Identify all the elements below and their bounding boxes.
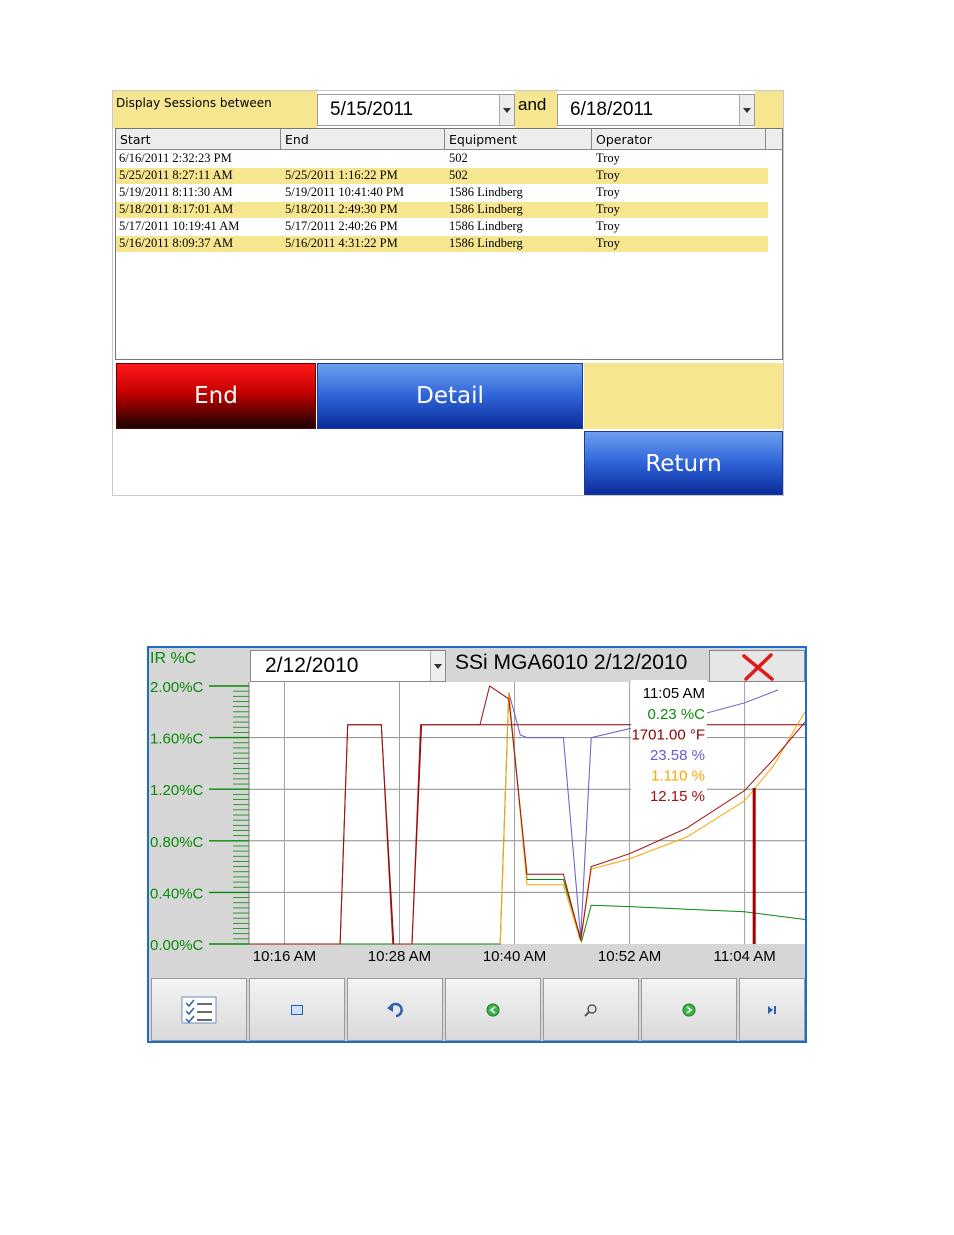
toolbar-checklist-button[interactable] <box>151 978 247 1041</box>
cursor-value: 1701.00 °F <box>631 727 705 744</box>
toolbar-window-button[interactable] <box>249 978 345 1041</box>
red-x-icon <box>742 653 774 681</box>
x-tick-label: 10:16 AM <box>253 948 316 965</box>
cell-operator: Troy <box>596 168 620 182</box>
cursor-value: 23.58 % <box>650 747 705 764</box>
chevron-down-icon[interactable] <box>499 95 514 125</box>
x-tick-label: 11:04 AM <box>713 948 775 965</box>
table-row[interactable]: 5/18/2011 8:17:01 AM 5/18/2011 2:49:30 P… <box>116 202 768 218</box>
cell-operator: Troy <box>596 202 620 216</box>
checklist-icon <box>181 996 217 1023</box>
cell-equipment: 1586 Lindberg <box>449 236 523 250</box>
filter-corner <box>755 91 783 128</box>
cell-start: 5/19/2011 8:11:30 AM <box>119 185 233 199</box>
cell-end: 5/17/2011 2:40:26 PM <box>285 219 398 233</box>
cell-equipment: 1586 Lindberg <box>449 185 523 199</box>
detail-button[interactable]: Detail <box>317 363 583 429</box>
plot-area <box>249 682 805 944</box>
y-tick-label: 2.00%C <box>150 679 204 696</box>
back-icon <box>486 1003 500 1016</box>
toolbar-end-button[interactable] <box>739 978 805 1041</box>
to-date-value: 6/18/2011 <box>570 99 654 120</box>
table-row[interactable]: 6/16/2011 2:32:23 PM 502 Troy <box>116 151 768 167</box>
header-filler <box>766 129 782 150</box>
sessions-panel: Display Sessions between 5/15/2011 and 6… <box>112 90 784 496</box>
cell-equipment: 1586 Lindberg <box>449 219 523 233</box>
column-header-equipment[interactable]: Equipment <box>445 129 592 150</box>
toolbar-back-button[interactable] <box>445 978 541 1041</box>
cell-operator: Troy <box>596 236 620 250</box>
chevron-down-icon[interactable] <box>430 651 445 681</box>
forward-icon <box>682 1003 696 1016</box>
x-tick-label: 10:28 AM <box>368 948 431 965</box>
column-header-end[interactable]: End <box>281 129 445 150</box>
cell-operator: Troy <box>596 185 620 199</box>
x-tick-label: 10:40 AM <box>483 948 546 965</box>
from-date-value: 5/15/2011 <box>330 99 414 120</box>
end-button[interactable]: End <box>116 363 316 429</box>
toolbar-undo-button[interactable] <box>347 978 443 1041</box>
window-icon <box>291 1004 303 1015</box>
cursor-value: 1.110 % <box>651 768 705 785</box>
toolbar-forward-button[interactable] <box>641 978 737 1041</box>
chart-date-value: 2/12/2010 <box>265 654 359 677</box>
empty-status-cell <box>584 363 783 429</box>
cell-start: 5/18/2011 8:17:01 AM <box>119 202 234 216</box>
from-date-dropdown[interactable]: 5/15/2011 <box>317 94 515 126</box>
undo-icon <box>387 1002 403 1017</box>
end-icon <box>768 1005 776 1014</box>
cell-start: 5/16/2011 8:09:37 AM <box>119 236 234 250</box>
y-axis-title: IR %C <box>150 650 197 667</box>
close-button[interactable] <box>709 650 805 682</box>
cursor-value: 0.23 %C <box>647 706 705 723</box>
y-tick-label: 1.20%C <box>150 782 204 799</box>
y-tick-label: 0.00%C <box>150 937 204 954</box>
sessions-table[interactable]: Start End Equipment Operator 6/16/2011 2… <box>115 128 783 360</box>
chart-title: SSi MGA6010 2/12/2010 <box>455 651 688 674</box>
cell-start: 6/16/2011 2:32:23 PM <box>119 151 232 165</box>
cell-operator: Troy <box>596 151 620 165</box>
to-date-dropdown[interactable]: 6/18/2011 <box>557 94 755 126</box>
trend-chart-panel: 0.00%C 0.40%C 0.80%C 1.20%C 1.60%C 2.00%C 10:… <box>147 646 807 1043</box>
cell-equipment: 1586 Lindberg <box>449 202 523 216</box>
and-label: and <box>515 91 557 128</box>
y-tick-label: 0.40%C <box>150 885 204 902</box>
x-tick-label: 10:52 AM <box>598 948 661 965</box>
table-row[interactable]: 5/16/2011 8:09:37 AM 5/16/2011 4:31:22 P… <box>116 236 768 252</box>
cell-end: 5/19/2011 10:41:40 PM <box>285 185 404 199</box>
column-header-operator[interactable]: Operator <box>592 129 766 150</box>
cell-start: 5/25/2011 8:27:11 AM <box>119 168 233 182</box>
cell-equipment: 502 <box>449 151 468 165</box>
column-header-start[interactable]: Start <box>116 129 281 150</box>
cell-operator: Troy <box>596 219 620 233</box>
x-tick-labels: 10:16 AM 10:28 AM 10:40 AM 10:52 AM 11:04 AM <box>253 948 776 965</box>
y-tick-label: 1.60%C <box>150 731 204 748</box>
cell-equipment: 502 <box>449 168 468 182</box>
cursor-time: 11:05 AM <box>643 685 705 702</box>
table-row[interactable]: 5/25/2011 8:27:11 AM 5/25/2011 1:16:22 P… <box>116 168 768 184</box>
cursor-value: 12.15 % <box>650 788 705 805</box>
y-tick-label: 0.80%C <box>150 834 204 851</box>
cell-end: 5/25/2011 1:16:22 PM <box>285 168 398 182</box>
table-row[interactable]: 5/19/2011 8:11:30 AM 5/19/2011 10:41:40 … <box>116 185 768 201</box>
cell-end: 5/16/2011 4:31:22 PM <box>285 236 398 250</box>
chevron-down-icon[interactable] <box>739 95 754 125</box>
chart-date-dropdown[interactable]: 2/12/2010 <box>250 650 446 682</box>
cell-end: 5/18/2011 2:49:30 PM <box>285 202 398 216</box>
cell-start: 5/17/2011 10:19:41 AM <box>119 219 240 233</box>
return-button[interactable]: Return <box>584 431 783 495</box>
zoom-icon <box>584 1003 597 1017</box>
toolbar-zoom-button[interactable] <box>543 978 639 1041</box>
filter-label: Display Sessions between <box>113 91 317 128</box>
table-row[interactable]: 5/17/2011 10:19:41 AM 5/17/2011 2:40:26 … <box>116 219 768 235</box>
